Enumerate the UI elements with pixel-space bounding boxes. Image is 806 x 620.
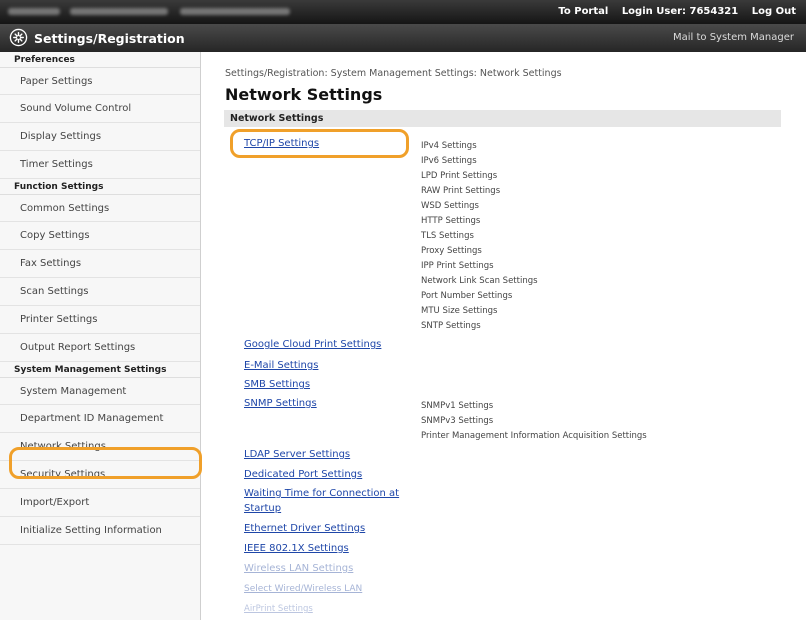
breadcrumb: Settings/Registration: System Management… [225, 68, 562, 79]
blurred-text [8, 8, 60, 15]
sidebar-heading-system-management-settings: System Management Settings [0, 362, 200, 378]
network-link-scan-settings-label: Network Link Scan Settings [421, 276, 538, 286]
to-portal-link[interactable]: To Portal [558, 6, 608, 17]
proxy-settings-label: Proxy Settings [421, 246, 482, 256]
sidebar-item-common-settings[interactable]: Common Settings [0, 195, 200, 222]
page-title: Network Settings [225, 85, 383, 104]
sidebar-heading-preferences: Preferences [0, 52, 200, 68]
sidebar-heading-function-settings: Function Settings [0, 179, 200, 195]
ldap-server-settings-link[interactable]: LDAP Server Settings [244, 449, 350, 461]
ipv4-settings-label: IPv4 Settings [421, 141, 477, 151]
sidebar-item-scan-settings[interactable]: Scan Settings [0, 278, 200, 306]
logout-link[interactable]: Log Out [752, 6, 796, 17]
wireless-lan-settings-link[interactable]: Wireless LAN Settings [244, 563, 353, 575]
snmpv1-settings-label: SNMPv1 Settings [421, 401, 494, 411]
sidebar-item-copy-settings[interactable]: Copy Settings [0, 222, 200, 250]
ethernet-driver-settings-link[interactable]: Ethernet Driver Settings [244, 523, 365, 535]
wsd-settings-label: WSD Settings [421, 201, 479, 211]
dedicated-port-settings-link[interactable]: Dedicated Port Settings [244, 469, 362, 481]
snmp-settings-link[interactable]: SNMP Settings [244, 398, 317, 410]
sidebar-item-output-report-settings[interactable]: Output Report Settings [0, 334, 200, 362]
smb-settings-link[interactable]: SMB Settings [244, 379, 310, 391]
select-wired-wireless-lan-link[interactable]: Select Wired/Wireless LAN [244, 583, 362, 595]
http-settings-label: HTTP Settings [421, 216, 481, 226]
sidebar: Preferences Paper Settings Sound Volume … [0, 52, 201, 620]
email-settings-link[interactable]: E-Mail Settings [244, 360, 318, 372]
sidebar-item-paper-settings[interactable]: Paper Settings [0, 68, 200, 95]
waiting-time-connection-link[interactable]: Waiting Time for Connection at [244, 488, 399, 500]
sidebar-item-system-management[interactable]: System Management [0, 378, 200, 405]
sidebar-item-printer-settings[interactable]: Printer Settings [0, 306, 200, 334]
sidebar-item-display-settings[interactable]: Display Settings [0, 123, 200, 151]
title-bar: Settings/Registration Mail to System Man… [0, 24, 806, 52]
blurred-text [70, 8, 168, 15]
waiting-time-connection-link-line2[interactable]: Startup [244, 503, 281, 515]
top-bar: To Portal Login User: 7654321 Log Out [0, 0, 806, 24]
sidebar-item-department-id-management[interactable]: Department ID Management [0, 405, 200, 433]
google-cloud-print-settings-link[interactable]: Google Cloud Print Settings [244, 339, 381, 351]
sntp-settings-label: SNTP Settings [421, 321, 481, 331]
blurred-text [180, 8, 290, 15]
top-links: To Portal Login User: 7654321 Log Out [548, 6, 796, 17]
network-settings-highlight [9, 447, 202, 479]
login-user-label: Login User: 7654321 [621, 6, 739, 17]
tcpip-settings-highlight [230, 129, 409, 158]
raw-print-settings-label: RAW Print Settings [421, 186, 501, 196]
settings-gear-icon [9, 28, 28, 47]
sidebar-item-sound-volume-control[interactable]: Sound Volume Control [0, 95, 200, 123]
tls-settings-label: TLS Settings [421, 231, 474, 241]
section-header-network-settings: Network Settings [224, 110, 781, 127]
mail-to-system-manager-link[interactable]: Mail to System Manager [673, 32, 794, 43]
ipv6-settings-label: IPv6 Settings [421, 156, 477, 166]
lpd-print-settings-label: LPD Print Settings [421, 171, 498, 181]
ipp-print-settings-label: IPP Print Settings [421, 261, 494, 271]
snmpv3-settings-label: SNMPv3 Settings [421, 416, 494, 426]
ieee-8021x-settings-link[interactable]: IEEE 802.1X Settings [244, 543, 349, 555]
sidebar-item-fax-settings[interactable]: Fax Settings [0, 250, 200, 278]
airprint-settings-link[interactable]: AirPrint Settings [244, 603, 313, 615]
app-title: Settings/Registration [34, 31, 185, 46]
sidebar-item-import-export[interactable]: Import/Export [0, 489, 200, 517]
sidebar-item-timer-settings[interactable]: Timer Settings [0, 151, 200, 179]
port-number-settings-label: Port Number Settings [421, 291, 513, 301]
mtu-size-settings-label: MTU Size Settings [421, 306, 498, 316]
sidebar-item-initialize-setting-information[interactable]: Initialize Setting Information [0, 517, 200, 545]
printer-management-info-acquisition-label: Printer Management Information Acquisiti… [421, 431, 647, 441]
